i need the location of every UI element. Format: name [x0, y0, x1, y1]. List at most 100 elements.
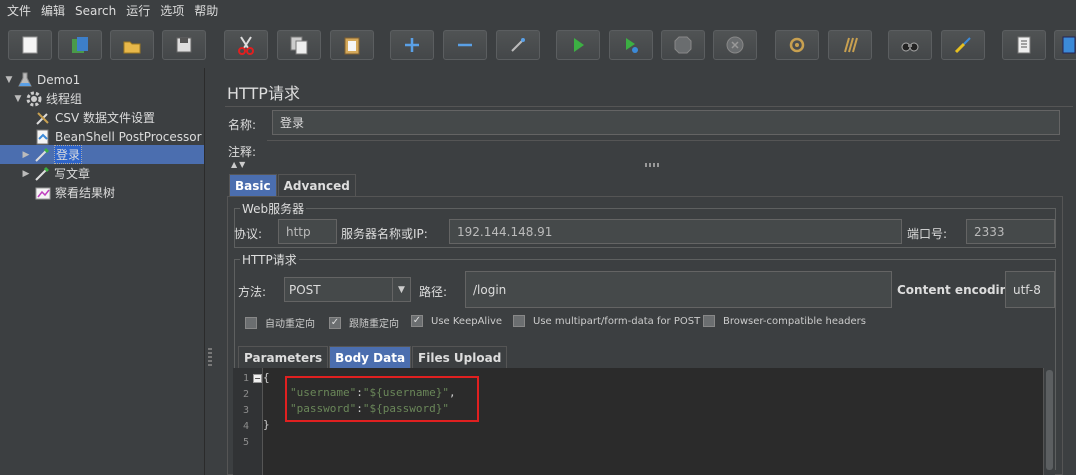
templates-button[interactable]: [58, 30, 102, 60]
tree-node-write-article[interactable]: ▶ 写文章: [21, 164, 90, 183]
name-field[interactable]: 登录: [272, 110, 1060, 135]
clear-button[interactable]: [775, 30, 819, 60]
checkbox-box[interactable]: [703, 315, 715, 327]
comment-field[interactable]: [267, 140, 1060, 157]
server-label: 服务器名称或IP:: [341, 227, 428, 241]
function-helper-button[interactable]: [1002, 30, 1046, 60]
body-data-editor[interactable]: 1 2 3 4 5 − { "username":"${username}", …: [233, 368, 1055, 475]
chevron-down-icon[interactable]: ▼: [392, 278, 410, 301]
group-title: Web服务器: [240, 200, 307, 217]
shutdown-icon: [726, 36, 744, 54]
multipart-checkbox[interactable]: Use multipart/form-data for POST: [513, 315, 700, 327]
new-icon: [22, 36, 38, 54]
menu-file[interactable]: 文件: [4, 0, 38, 22]
start-no-pause-icon: [626, 38, 638, 53]
page-title: HTTP请求: [227, 84, 300, 103]
menu-run[interactable]: 运行: [123, 0, 157, 22]
tab-body-data[interactable]: Body Data: [329, 346, 412, 368]
encoding-field[interactable]: utf-8: [1005, 271, 1055, 308]
tree-node-thread-group[interactable]: ▼ 线程组: [13, 89, 82, 108]
fold-icon[interactable]: −: [253, 374, 262, 383]
path-label: 路径:: [419, 285, 448, 299]
expand-arrow[interactable]: ▼: [4, 75, 14, 85]
start-no-pause-button[interactable]: [609, 30, 653, 60]
collapse-arrows-icon[interactable]: ▲▼: [231, 160, 247, 169]
expand-arrow[interactable]: ▶: [21, 169, 31, 179]
test-plan-tree: ▼ Demo1 ▼ 线程组 CSV 数据文件设置 BeanShell PostP…: [0, 68, 204, 475]
resize-grip-icon[interactable]: [645, 163, 661, 167]
scrollbar-thumb[interactable]: [1046, 370, 1053, 470]
check-icon[interactable]: ✓: [411, 315, 423, 327]
collapse-all-button[interactable]: [443, 30, 487, 60]
tab-parameters[interactable]: Parameters: [238, 346, 329, 368]
tab-files-upload[interactable]: Files Upload: [412, 346, 508, 368]
tab-basic[interactable]: Basic: [229, 174, 277, 196]
checkbox-label: Browser-compatible headers: [723, 315, 866, 327]
start-button[interactable]: [556, 30, 600, 60]
tab-advanced[interactable]: Advanced: [277, 174, 356, 196]
menu-options[interactable]: 选项: [157, 0, 191, 22]
open-button[interactable]: [110, 30, 154, 60]
check-icon[interactable]: ✓: [329, 316, 341, 329]
follow-redirect-checkbox[interactable]: ✓ 跟随重定向: [329, 315, 399, 330]
new-button[interactable]: [8, 30, 52, 60]
line-number: 3: [243, 405, 250, 416]
code-line-1: {: [263, 371, 270, 384]
splitter-grip[interactable]: [208, 348, 212, 368]
tree-node-csv-config[interactable]: CSV 数据文件设置: [34, 108, 155, 127]
copy-button[interactable]: [277, 30, 321, 60]
panel-scrollbar[interactable]: [1065, 368, 1076, 475]
method-select[interactable]: POST ▼: [284, 277, 411, 302]
http-request-panel: HTTP请求 名称: 登录 注释: ▲▼ Basic Advanced Web服…: [215, 68, 1076, 475]
function-helper-icon: [1017, 36, 1031, 54]
script-icon: [34, 128, 52, 146]
reset-search-button[interactable]: [941, 30, 985, 60]
tree-node-beanshell[interactable]: BeanShell PostProcessor: [34, 127, 202, 146]
server-field[interactable]: 192.144.148.91: [449, 219, 902, 244]
expand-all-button[interactable]: [390, 30, 434, 60]
checkbox-box[interactable]: [513, 315, 525, 327]
cut-button[interactable]: [224, 30, 268, 60]
expand-arrow[interactable]: ▼: [13, 94, 23, 104]
tree-node-label: 登录: [54, 145, 83, 164]
expand-arrow[interactable]: ▶: [21, 150, 31, 160]
body-tabs: Parameters Body Data Files Upload: [238, 346, 508, 368]
test-plan-icon: [16, 71, 34, 89]
search-button[interactable]: [888, 30, 932, 60]
help-button[interactable]: [1054, 30, 1076, 60]
keepalive-checkbox[interactable]: ✓ Use KeepAlive: [411, 315, 502, 327]
tree-node-label: CSV 数据文件设置: [55, 111, 156, 125]
path-field[interactable]: /login: [465, 271, 892, 308]
menu-bar: 文件 编辑 Search 运行 选项 帮助: [0, 0, 1076, 22]
menu-help[interactable]: 帮助: [191, 0, 225, 22]
paste-button[interactable]: [330, 30, 374, 60]
save-button[interactable]: [162, 30, 206, 60]
browser-headers-checkbox[interactable]: Browser-compatible headers: [703, 315, 866, 327]
stop-button[interactable]: [661, 30, 705, 60]
menu-search[interactable]: Search: [72, 0, 123, 22]
checkbox-label: Use multipart/form-data for POST: [533, 315, 701, 327]
port-field[interactable]: 2333: [966, 219, 1055, 244]
method-label: 方法:: [238, 285, 267, 299]
method-value: POST: [289, 282, 321, 297]
tree-node-test-plan[interactable]: ▼ Demo1: [4, 70, 80, 89]
menu-edit[interactable]: 编辑: [38, 0, 72, 22]
shutdown-button[interactable]: [713, 30, 757, 60]
open-icon: [123, 41, 141, 54]
expand-icon: [405, 38, 419, 52]
toggle-button[interactable]: [496, 30, 540, 60]
save-icon: [176, 37, 192, 53]
tree-node-login[interactable]: ▶ 登录: [0, 145, 204, 164]
code-line-4: }: [263, 418, 270, 431]
checkbox-label: 跟随重定向: [349, 319, 399, 330]
protocol-field[interactable]: http: [278, 219, 337, 244]
clear-all-button[interactable]: [828, 30, 872, 60]
pane-splitter[interactable]: [204, 68, 215, 475]
tree-node-results-tree[interactable]: 察看结果树: [34, 183, 115, 202]
main-tabs: Basic Advanced: [229, 174, 357, 196]
cut-icon: [238, 36, 254, 55]
pipette-icon: [33, 146, 51, 164]
auto-redirect-checkbox[interactable]: 自动重定向: [245, 315, 315, 330]
checkbox-box[interactable]: [245, 316, 257, 329]
editor-scrollbar[interactable]: [1043, 368, 1055, 475]
